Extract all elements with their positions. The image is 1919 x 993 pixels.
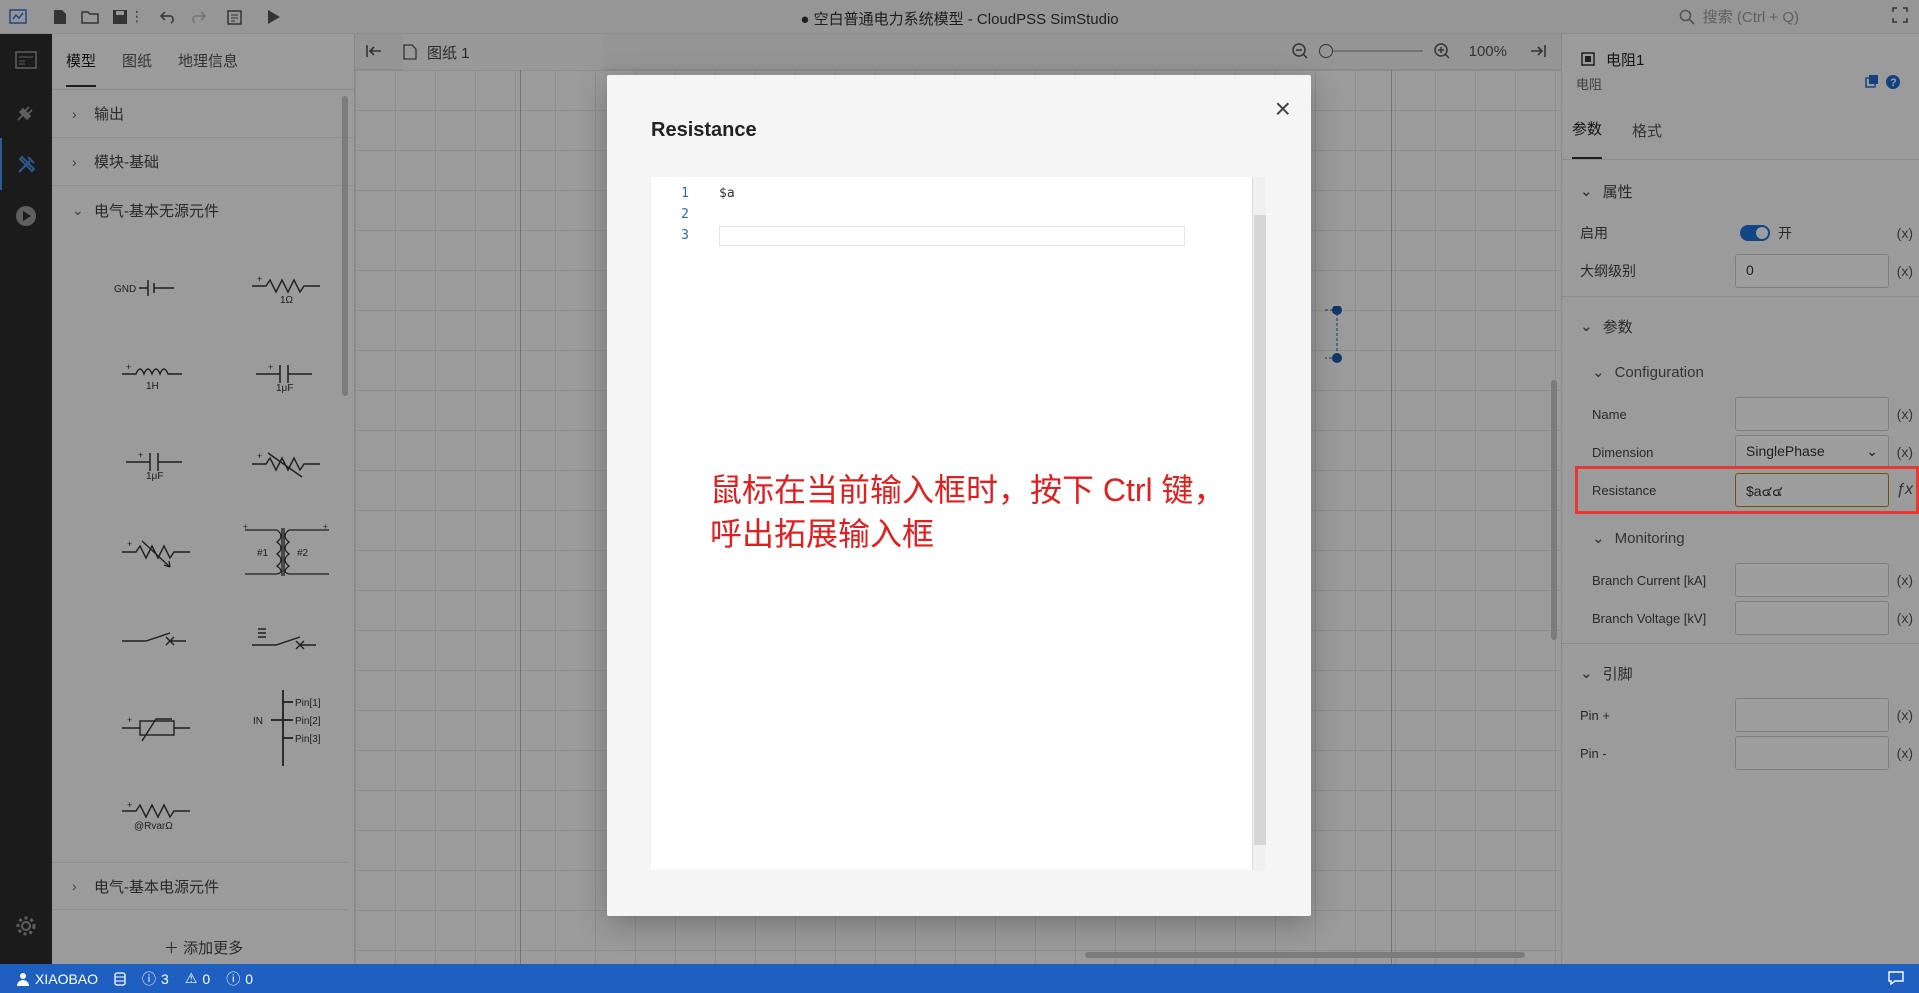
- info-count-value: 0: [245, 970, 253, 987]
- error-icon: ⓘ: [142, 970, 157, 987]
- user-name: XIAOBAO: [35, 970, 99, 987]
- user-status[interactable]: XIAOBAO: [16, 971, 98, 987]
- warning-count-value: 0: [202, 970, 211, 987]
- resistance-highlight-box: [1575, 466, 1919, 514]
- close-icon[interactable]: ×: [1275, 93, 1291, 125]
- editor-line: 2: [651, 204, 1266, 225]
- line-number: 1: [681, 186, 689, 201]
- warning-icon: ⚠: [184, 970, 198, 986]
- current-line-highlight: [719, 225, 1185, 246]
- annotation-line-2: 呼出拓展输入框: [710, 516, 935, 552]
- info-count[interactable]: ⓘ 0: [226, 969, 253, 989]
- editor-line: 1 $a: [651, 183, 1266, 204]
- line-code: $a: [719, 186, 735, 201]
- dialog-title: Resistance: [651, 119, 757, 141]
- status-bar: XIAOBAO ⓘ 3 ⚠ 0 ⓘ 0: [0, 964, 1919, 993]
- line-number: 2: [681, 207, 689, 222]
- editor-scroll-thumb[interactable]: [1254, 215, 1266, 845]
- info-icon: ⓘ: [226, 970, 241, 987]
- user-icon: [17, 972, 29, 986]
- feedback-icon[interactable]: [1887, 970, 1905, 989]
- annotation-text: 鼠标在当前输入框时，按下 Ctrl 键， 呼出拓展输入框: [710, 468, 1226, 556]
- storage-status[interactable]: [114, 971, 126, 986]
- resistance-editor-dialog: Resistance × 1 $a 2 3 鼠标在当前输入框时，按下 Ctrl …: [607, 75, 1311, 916]
- error-count-value: 3: [161, 970, 169, 987]
- annotation-line-1: 鼠标在当前输入框时，按下 Ctrl 键，: [710, 472, 1226, 508]
- database-icon: [114, 971, 126, 986]
- error-count[interactable]: ⓘ 3: [142, 969, 169, 989]
- warning-count[interactable]: ⚠ 0: [185, 970, 210, 987]
- editor-line-current: 3: [651, 225, 1266, 246]
- line-number: 3: [681, 228, 689, 243]
- editor-scrollbar[interactable]: [1252, 177, 1266, 870]
